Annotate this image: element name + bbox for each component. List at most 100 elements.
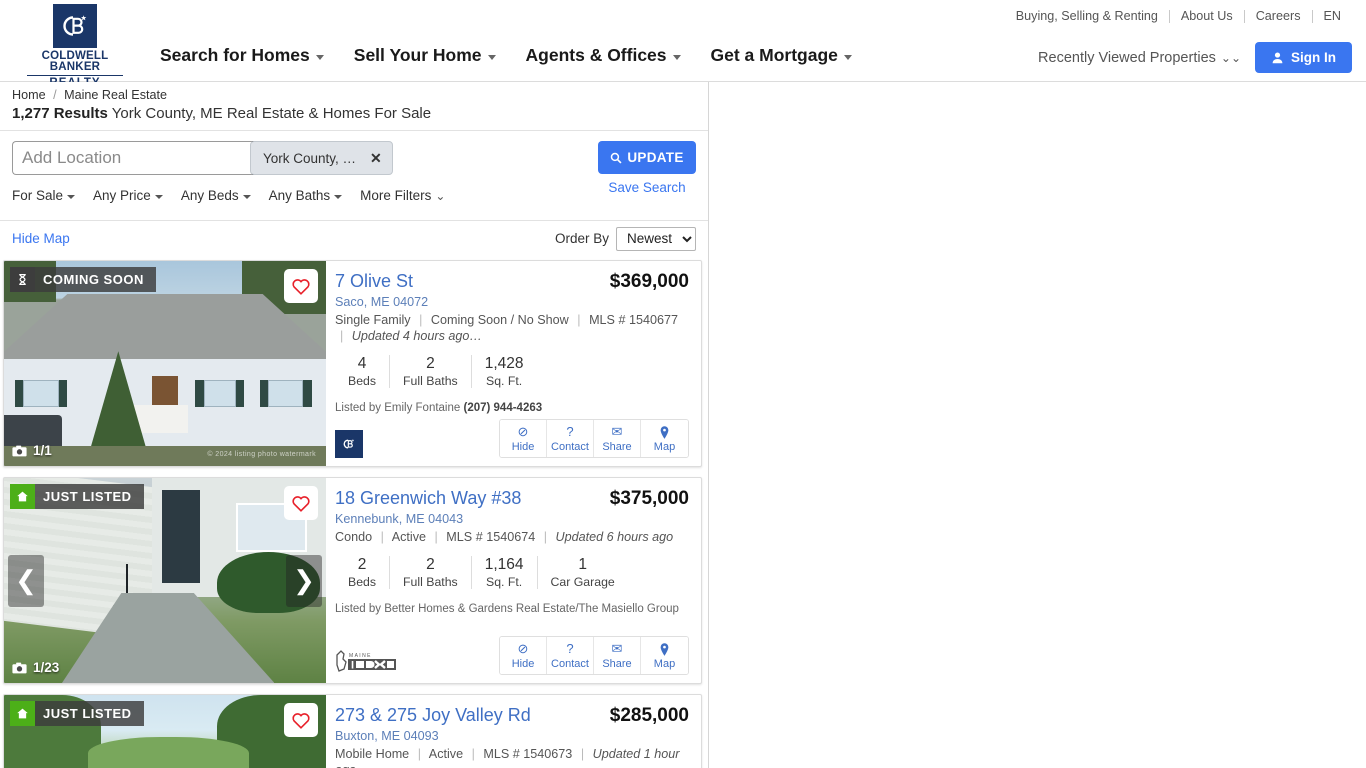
shutter-shape	[14, 379, 24, 407]
filter-for-sale[interactable]: For Sale	[12, 188, 76, 203]
filter-any-beds[interactable]: Any Beds	[181, 188, 251, 203]
listing-address[interactable]: 7 Olive St	[335, 271, 413, 291]
listing-title-row: 273 & 275 Joy Valley Rd $285,000	[335, 705, 689, 727]
listing-card[interactable]: JUST LISTED ❮ ❯ 1/23 18 Greenwich Way #3…	[3, 477, 702, 684]
breadcrumb-home[interactable]: Home	[12, 88, 46, 102]
location-chip-label: York County, …	[263, 150, 357, 166]
listing-card[interactable]: © 2024 listing photo watermark COMING SO…	[3, 260, 702, 467]
listing-city[interactable]: Buxton, ME 04093	[335, 729, 689, 743]
listing-card[interactable]: JUST LISTED 273 & 275 Joy Valley Rd $285…	[3, 694, 702, 768]
listing-mls: MLS # 1540677	[589, 313, 678, 327]
listed-by-phone: (207) 944-4263	[463, 402, 543, 414]
chevron-double-down-icon: ⌄	[435, 188, 446, 203]
chevron-down-icon	[334, 194, 343, 199]
order-by-select[interactable]: Newest	[616, 226, 696, 251]
spec-value: 2	[426, 355, 435, 372]
action-label: Hide	[511, 441, 535, 453]
listing-photo[interactable]: JUST LISTED ❮ ❯ 1/23	[4, 478, 326, 683]
listing-city[interactable]: Saco, ME 04072	[335, 295, 689, 309]
listing-meta: Mobile Home | Active | MLS # 1540673 | U…	[335, 746, 689, 768]
listing-updated: Updated 4 hours ago…	[351, 329, 483, 343]
nav-label: Search for Homes	[160, 45, 310, 65]
sign-in-label: Sign In	[1291, 50, 1336, 65]
listing-address[interactable]: 273 & 275 Joy Valley Rd	[335, 705, 531, 725]
filter-more-filters[interactable]: More Filters ⌄	[360, 188, 445, 203]
listing-meta: Single Family | Coming Soon / No Show | …	[335, 312, 689, 344]
contact-button[interactable]: ? Contact	[547, 420, 594, 457]
link-about-us[interactable]: About Us	[1170, 9, 1244, 23]
spec-full-baths: 2 Full Baths	[390, 355, 472, 388]
heart-icon	[292, 713, 310, 729]
link-language-en[interactable]: EN	[1313, 9, 1353, 23]
hide-button[interactable]: ⊘ Hide	[500, 637, 547, 674]
heart-icon	[292, 496, 310, 512]
nav-label: Sell Your Home	[353, 45, 482, 65]
listing-city[interactable]: Kennebunk, ME 04043	[335, 512, 689, 526]
update-button[interactable]: UPDATE	[598, 141, 696, 174]
location-chip[interactable]: York County, … ✕	[250, 141, 393, 175]
maine-idx-logo: MAINE I	[335, 649, 399, 675]
share-button[interactable]: ✉ Share	[594, 420, 641, 457]
contact-button[interactable]: ? Contact	[547, 637, 594, 674]
filter-any-price[interactable]: Any Price	[93, 188, 163, 203]
map-panel[interactable]	[710, 82, 1366, 768]
listing-address[interactable]: 18 Greenwich Way #38	[335, 488, 521, 508]
spec-sqft: 1,164 Sq. Ft.	[472, 556, 538, 589]
status-badge: JUST LISTED	[10, 484, 144, 509]
spec-value: 2	[426, 556, 435, 573]
listing-photo[interactable]: © 2024 listing photo watermark COMING SO…	[4, 261, 326, 466]
hide-button[interactable]: ⊘ Hide	[500, 420, 547, 457]
link-buying-selling-renting[interactable]: Buying, Selling & Renting	[1005, 9, 1169, 23]
recently-viewed-properties[interactable]: Recently Viewed Properties ⌄⌄	[1038, 50, 1241, 66]
hourglass-icon	[10, 267, 35, 292]
link-careers[interactable]: Careers	[1245, 9, 1312, 23]
chevron-down-icon	[154, 194, 163, 199]
filter-any-baths[interactable]: Any Baths	[269, 188, 343, 203]
spec-label: Beds	[348, 374, 377, 388]
nav-agents-offices[interactable]: Agents & Offices	[526, 45, 681, 66]
nav-get-a-mortgage[interactable]: Get a Mortgage	[711, 45, 852, 66]
nav-sell-your-home[interactable]: Sell Your Home	[354, 45, 496, 66]
photo-counter: 1/23	[12, 660, 59, 675]
favorite-button[interactable]	[284, 486, 318, 520]
spec-label: Full Baths	[403, 575, 458, 589]
recently-viewed-label: Recently Viewed Properties	[1038, 49, 1216, 66]
listing-type: Condo	[335, 530, 373, 544]
door-shape	[161, 490, 201, 583]
brand-divider	[27, 75, 123, 76]
hide-map-link[interactable]: Hide Map	[12, 231, 70, 246]
divider: |	[380, 530, 384, 544]
favorite-button[interactable]	[284, 269, 318, 303]
page-title: York County, ME Real Estate & Homes For …	[111, 105, 432, 122]
listed-by-name: Listed by Emily Fontaine	[335, 402, 461, 414]
sign-in-button[interactable]: Sign In	[1255, 42, 1352, 73]
results-header: 1,277 Results York County, ME Real Estat…	[0, 102, 708, 130]
save-search-link[interactable]: Save Search	[598, 180, 696, 195]
page-root: COLDWELL BANKER REALTY Search for Homes …	[0, 0, 1366, 768]
close-icon[interactable]: ✕	[370, 150, 382, 167]
carousel-next-button[interactable]: ❯	[286, 554, 322, 607]
breadcrumb-maine-real-estate[interactable]: Maine Real Estate	[64, 88, 167, 102]
listing-photo[interactable]: JUST LISTED	[4, 695, 326, 768]
action-label: Map	[653, 441, 676, 453]
search-input[interactable]	[12, 141, 252, 175]
listing-price: $375,000	[609, 488, 689, 509]
chevron-down-icon	[487, 54, 496, 60]
order-by-label: Order By	[554, 231, 609, 246]
porch-shape	[132, 404, 188, 434]
share-button[interactable]: ✉ Share	[594, 637, 641, 674]
carousel-prev-button[interactable]: ❮	[8, 554, 44, 607]
nav-search-for-homes[interactable]: Search for Homes	[160, 45, 324, 66]
photo-count-label: 1/23	[33, 660, 60, 675]
listing-mls: MLS # 1540673	[483, 747, 573, 761]
map-button[interactable]: Map	[641, 637, 688, 674]
location-input-group: Add	[12, 141, 278, 175]
favorite-button[interactable]	[284, 703, 318, 737]
search-filter-bar: Add York County, … ✕ For Sale Any Price …	[0, 130, 708, 220]
brand-name: COLDWELL BANKER	[41, 50, 109, 73]
status-badge-label: JUST LISTED	[43, 489, 132, 504]
filter-label: Any Price	[93, 188, 151, 203]
coldwell-banker-logo[interactable]: COLDWELL BANKER REALTY	[20, 4, 130, 89]
divider: |	[471, 747, 475, 761]
map-button[interactable]: Map	[641, 420, 688, 457]
